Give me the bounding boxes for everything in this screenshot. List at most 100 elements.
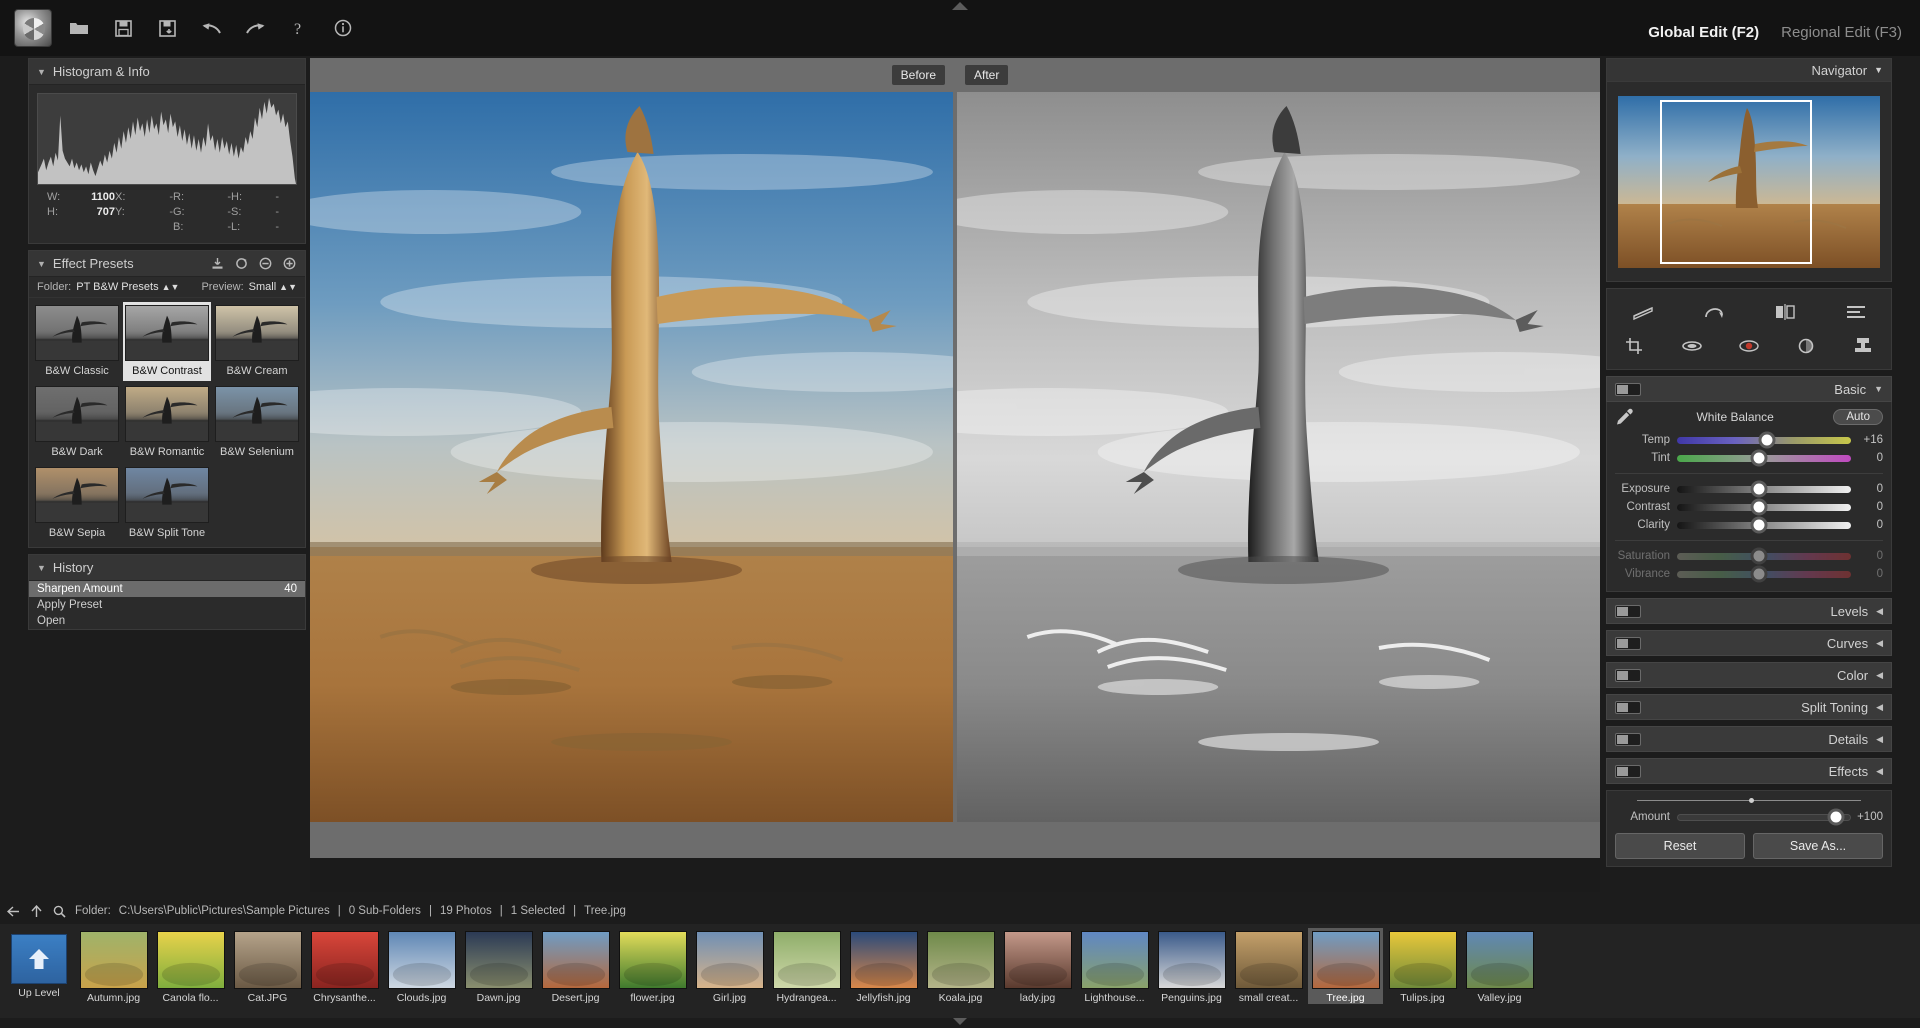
filmstrip-item[interactable]: Chrysanthe... bbox=[307, 928, 382, 1004]
section-header-levels[interactable]: Levels◀ bbox=[1606, 598, 1892, 624]
slider-row-tint[interactable]: Tint0 bbox=[1615, 449, 1883, 467]
section-toggle[interactable] bbox=[1615, 733, 1641, 746]
filmstrip-item[interactable]: Girl.jpg bbox=[692, 928, 767, 1004]
bottom-collapse-handle[interactable] bbox=[952, 1017, 968, 1026]
up-arrow-icon[interactable] bbox=[29, 905, 44, 918]
help-icon[interactable]: ? bbox=[282, 11, 316, 45]
section-header-curves[interactable]: Curves◀ bbox=[1606, 630, 1892, 656]
eyedropper-icon[interactable] bbox=[1615, 408, 1637, 426]
search-icon[interactable] bbox=[52, 905, 67, 918]
slider-row-temp[interactable]: Temp+16 bbox=[1615, 431, 1883, 449]
slider-track[interactable] bbox=[1677, 553, 1851, 560]
slider-track[interactable] bbox=[1677, 455, 1851, 462]
preset-folder-dropdown-icon[interactable]: ▲▼ bbox=[162, 282, 180, 292]
slider-track[interactable] bbox=[1677, 486, 1851, 493]
stamp-icon[interactable] bbox=[1848, 333, 1878, 359]
heal-icon[interactable] bbox=[1677, 333, 1707, 359]
up-level-button[interactable]: Up Level bbox=[4, 928, 74, 999]
navigator-crop-rect[interactable] bbox=[1660, 100, 1812, 264]
filmstrip-item[interactable]: Lighthouse... bbox=[1077, 928, 1152, 1004]
slider-row-exposure[interactable]: Exposure0 bbox=[1615, 480, 1883, 498]
preset-item[interactable]: B&W Classic bbox=[33, 302, 121, 381]
slider-track[interactable] bbox=[1677, 437, 1851, 444]
save-as-icon[interactable] bbox=[150, 11, 184, 45]
section-header-effects[interactable]: Effects◀ bbox=[1606, 758, 1892, 784]
import-icon[interactable] bbox=[210, 256, 225, 271]
preset-item[interactable]: B&W Selenium bbox=[213, 383, 301, 462]
tab-global-edit[interactable]: Global Edit (F2) bbox=[1648, 24, 1759, 41]
dodge-burn-icon[interactable] bbox=[1791, 333, 1821, 359]
back-arrow-icon[interactable] bbox=[6, 906, 21, 917]
basic-toggle[interactable] bbox=[1615, 383, 1641, 396]
preset-item[interactable]: B&W Romantic bbox=[123, 383, 211, 462]
preset-item[interactable]: B&W Contrast bbox=[123, 302, 211, 381]
amount-slider[interactable] bbox=[1637, 800, 1861, 801]
white-balance-auto-button[interactable]: Auto bbox=[1833, 409, 1883, 425]
slider-knob[interactable] bbox=[1750, 450, 1767, 467]
slider-row-vibrance[interactable]: Vibrance0 bbox=[1615, 565, 1883, 583]
resize-icon[interactable] bbox=[1841, 299, 1871, 325]
refresh-icon[interactable] bbox=[234, 256, 249, 271]
filmstrip-item[interactable]: Desert.jpg bbox=[538, 928, 613, 1004]
section-toggle[interactable] bbox=[1615, 605, 1641, 618]
filmstrip-item[interactable]: Valley.jpg bbox=[1462, 928, 1537, 1004]
section-toggle[interactable] bbox=[1615, 637, 1641, 650]
filmstrip-item[interactable]: Hydrangea... bbox=[769, 928, 844, 1004]
filmstrip-item[interactable]: small creat... bbox=[1231, 928, 1306, 1004]
slider-track[interactable] bbox=[1677, 522, 1851, 529]
slider-track[interactable] bbox=[1677, 504, 1851, 511]
slider-row-contrast[interactable]: Contrast0 bbox=[1615, 498, 1883, 516]
rotate-icon[interactable] bbox=[1699, 299, 1729, 325]
preset-item[interactable]: B&W Dark bbox=[33, 383, 121, 462]
filmstrip-item[interactable]: Koala.jpg bbox=[923, 928, 998, 1004]
history-item[interactable]: Open bbox=[29, 613, 305, 629]
reset-button[interactable]: Reset bbox=[1615, 833, 1745, 859]
straighten-icon[interactable] bbox=[1628, 299, 1658, 325]
filmstrip-item[interactable]: Tulips.jpg bbox=[1385, 928, 1460, 1004]
filmstrip-item[interactable]: Jellyfish.jpg bbox=[846, 928, 921, 1004]
filmstrip-item[interactable]: Tree.jpg bbox=[1308, 928, 1383, 1004]
preset-item[interactable]: B&W Cream bbox=[213, 302, 301, 381]
redo-icon[interactable] bbox=[238, 11, 272, 45]
navigator-thumbnail[interactable] bbox=[1618, 96, 1880, 268]
filmstrip-item[interactable]: flower.jpg bbox=[615, 928, 690, 1004]
section-header-color[interactable]: Color◀ bbox=[1606, 662, 1892, 688]
filmstrip-item[interactable]: Cat.JPG bbox=[230, 928, 305, 1004]
preset-preview-dropdown-icon[interactable]: ▲▼ bbox=[279, 282, 297, 292]
navigator-header[interactable]: Navigator ▼ bbox=[1606, 58, 1892, 82]
remove-icon[interactable] bbox=[258, 256, 273, 271]
top-collapse-handle[interactable] bbox=[952, 2, 968, 11]
preset-item[interactable]: B&W Sepia bbox=[33, 464, 121, 543]
section-toggle[interactable] bbox=[1615, 669, 1641, 682]
filmstrip-item[interactable]: Dawn.jpg bbox=[461, 928, 536, 1004]
history-item[interactable]: Sharpen Amount40 bbox=[29, 581, 305, 597]
slider-track[interactable] bbox=[1677, 571, 1851, 578]
preset-item[interactable]: B&W Split Tone bbox=[123, 464, 211, 543]
slider-knob[interactable] bbox=[1750, 499, 1767, 516]
flip-icon[interactable] bbox=[1770, 299, 1800, 325]
section-header-split-toning[interactable]: Split Toning◀ bbox=[1606, 694, 1892, 720]
undo-icon[interactable] bbox=[194, 11, 228, 45]
add-icon[interactable] bbox=[282, 256, 297, 271]
filmstrip-item[interactable]: lady.jpg bbox=[1000, 928, 1075, 1004]
section-toggle[interactable] bbox=[1615, 765, 1641, 778]
filmstrip-item[interactable]: Penguins.jpg bbox=[1154, 928, 1229, 1004]
crop-icon[interactable] bbox=[1620, 333, 1650, 359]
slider-row-clarity[interactable]: Clarity0 bbox=[1615, 516, 1883, 534]
slider-row-saturation[interactable]: Saturation0 bbox=[1615, 547, 1883, 565]
slider-knob[interactable] bbox=[1750, 481, 1767, 498]
save-icon[interactable] bbox=[106, 11, 140, 45]
effect-presets-header[interactable]: ▼ Effect Presets bbox=[29, 251, 305, 277]
filmstrip-item[interactable]: Autumn.jpg bbox=[76, 928, 151, 1004]
redeye-icon[interactable] bbox=[1734, 333, 1764, 359]
history-panel-header[interactable]: ▼ History bbox=[29, 555, 305, 581]
before-image-pane[interactable] bbox=[310, 92, 953, 822]
filmstrip-item[interactable]: Clouds.jpg bbox=[384, 928, 459, 1004]
filmstrip-item[interactable]: Canola flo... bbox=[153, 928, 228, 1004]
open-folder-icon[interactable] bbox=[62, 11, 96, 45]
save-as-button[interactable]: Save As... bbox=[1753, 833, 1883, 859]
slider-knob[interactable] bbox=[1759, 432, 1776, 449]
history-item[interactable]: Apply Preset bbox=[29, 597, 305, 613]
after-image-pane[interactable] bbox=[957, 92, 1600, 822]
section-header-details[interactable]: Details◀ bbox=[1606, 726, 1892, 752]
